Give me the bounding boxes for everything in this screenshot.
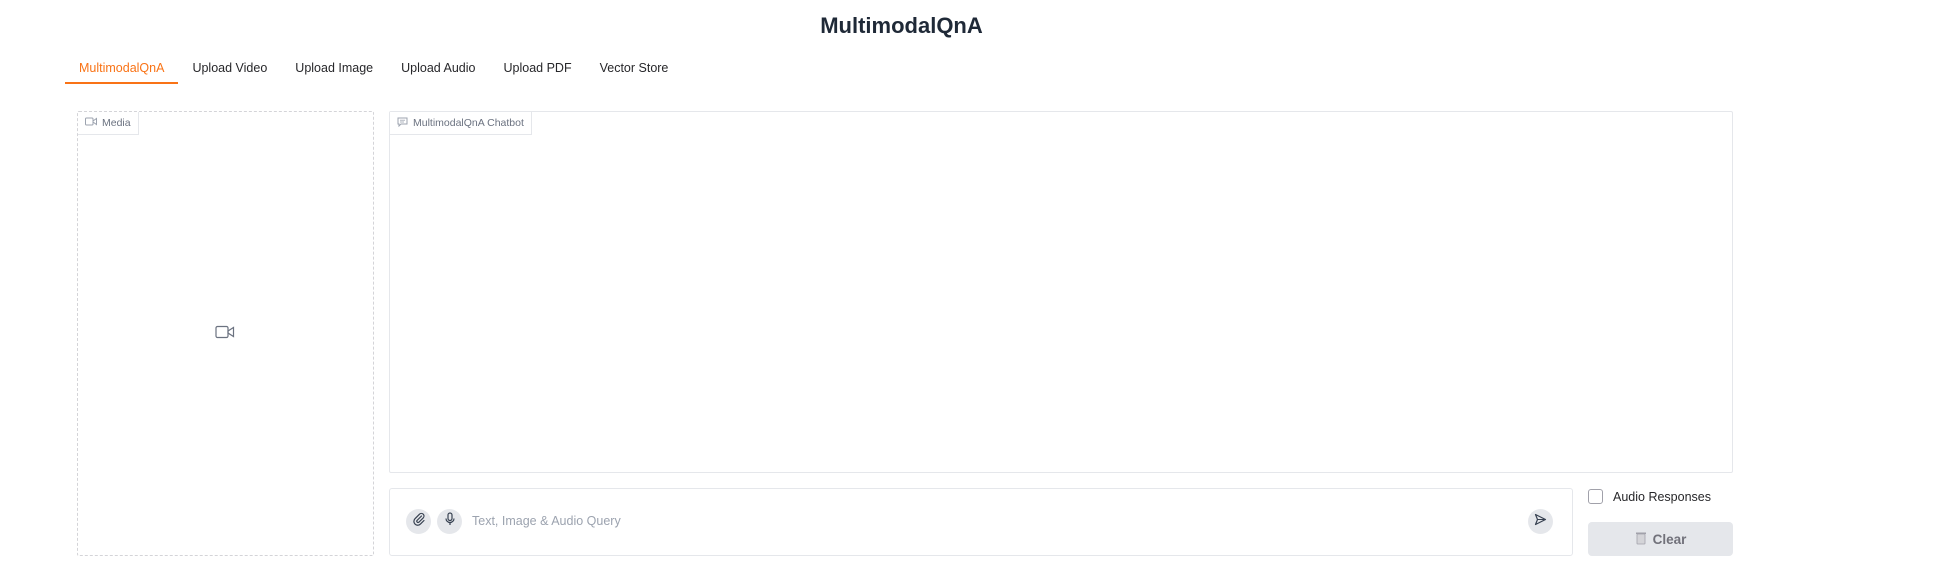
tab-vector-store[interactable]: Vector Store (586, 58, 683, 84)
microphone-button[interactable] (437, 509, 462, 534)
chat-bubble-icon (397, 117, 408, 130)
media-label-text: Media (102, 117, 131, 129)
video-placeholder-icon (215, 325, 235, 339)
chatbot-label: MultimodalQnA Chatbot (390, 112, 532, 135)
query-box (389, 488, 1573, 556)
attach-button[interactable] (406, 509, 431, 534)
audio-responses-checkbox[interactable] (1588, 489, 1603, 504)
clear-button-label: Clear (1652, 531, 1687, 547)
tab-upload-video[interactable]: Upload Video (178, 58, 281, 84)
media-panel[interactable]: Media (77, 111, 374, 556)
paperclip-icon (412, 512, 426, 531)
tab-upload-audio[interactable]: Upload Audio (387, 58, 489, 84)
chatbot-panel[interactable]: MultimodalQnA Chatbot (389, 111, 1733, 473)
tab-multimodalqna[interactable]: MultimodalQnA (65, 58, 179, 84)
video-camera-icon (85, 117, 97, 129)
trash-icon (1635, 531, 1647, 548)
submit-button[interactable] (1528, 509, 1553, 534)
audio-responses-label: Audio Responses (1613, 489, 1711, 504)
tab-bar: MultimodalQnA Upload Video Upload Image … (65, 58, 682, 84)
microphone-icon (444, 512, 456, 531)
page-title: MultimodalQnA (820, 13, 983, 38)
chatbot-label-text: MultimodalQnA Chatbot (413, 117, 524, 129)
tab-upload-pdf[interactable]: Upload PDF (490, 58, 586, 84)
query-input[interactable] (470, 509, 1470, 533)
tab-upload-image[interactable]: Upload Image (281, 58, 387, 84)
media-label: Media (78, 112, 139, 135)
audio-responses-option[interactable]: Audio Responses (1588, 489, 1711, 504)
send-icon (1534, 513, 1547, 531)
clear-button[interactable]: Clear (1588, 522, 1733, 556)
